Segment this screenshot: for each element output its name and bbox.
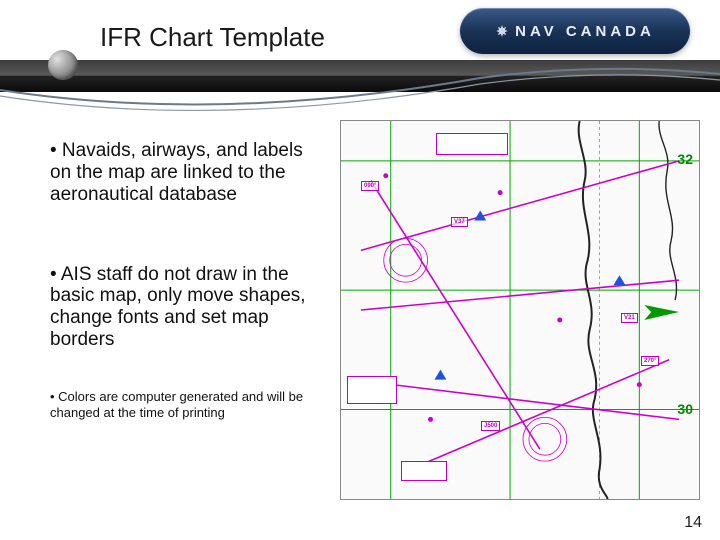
chart-column: 32 30 V37 V21 J500 090° 270°: [340, 120, 720, 540]
maple-leaf-icon: [495, 24, 509, 38]
header-band: [0, 60, 720, 92]
chart-svg: [341, 121, 699, 499]
chart-label: J500: [481, 421, 500, 431]
slide-body: • Navaids, airways, and labels on the ma…: [0, 120, 720, 540]
bullet-1: • Navaids, airways, and labels on the ma…: [50, 140, 324, 206]
lat-tick-top: 32: [677, 151, 693, 167]
chart-label: 270°: [641, 356, 659, 366]
bullet-3: • Colors are computer generated and will…: [50, 389, 324, 420]
chart-info-box: [347, 376, 397, 404]
lat-tick-bottom: 30: [677, 401, 693, 417]
chart-label: V21: [621, 313, 638, 323]
brand-logo-text: NAV CANADA: [515, 23, 655, 40]
text-column: • Navaids, airways, and labels on the ma…: [0, 120, 340, 540]
slide-header: IFR Chart Template NAV CANADA: [0, 0, 720, 92]
chart-info-box: [401, 461, 447, 481]
bullet-2: • AIS staff do not draw in the basic map…: [50, 264, 324, 351]
brand-logo: NAV CANADA: [460, 8, 690, 54]
page-number: 14: [684, 514, 702, 532]
ifr-chart-thumbnail: 32 30 V37 V21 J500 090° 270°: [340, 120, 700, 500]
chart-info-box: [436, 133, 508, 155]
chart-label: 090°: [361, 181, 379, 191]
slide-title: IFR Chart Template: [100, 22, 325, 53]
chart-label: V37: [451, 217, 468, 227]
